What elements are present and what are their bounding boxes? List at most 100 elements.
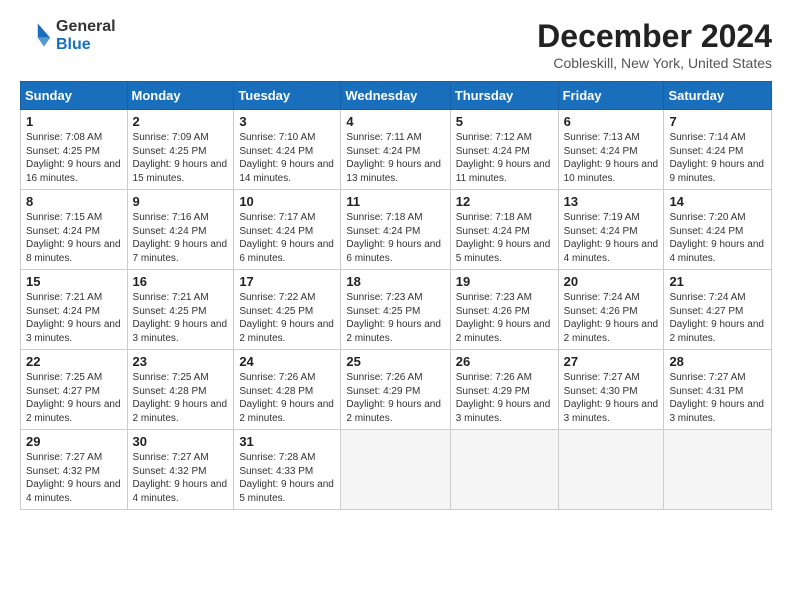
calendar-cell: 20 Sunrise: 7:24 AMSunset: 4:26 PMDayligh… <box>558 270 664 350</box>
day-info: Sunrise: 7:14 AMSunset: 4:24 PMDaylight:… <box>669 132 764 184</box>
logo-general: General <box>56 18 116 36</box>
day-number: 13 <box>564 194 659 209</box>
day-number: 26 <box>456 354 553 369</box>
calendar-cell: 4 Sunrise: 7:11 AMSunset: 4:24 PMDaylight… <box>341 110 450 190</box>
day-info: Sunrise: 7:28 AMSunset: 4:33 PMDaylight:… <box>239 452 334 504</box>
day-info: Sunrise: 7:18 AMSunset: 4:24 PMDaylight:… <box>346 212 441 264</box>
header: General Blue December 2024 Cobleskill, N… <box>20 18 772 71</box>
day-info: Sunrise: 7:17 AMSunset: 4:24 PMDaylight:… <box>239 212 334 264</box>
day-number: 5 <box>456 114 553 129</box>
calendar-week-3: 15Sunrise: 7:21 AMSunset: 4:24 PMDayligh… <box>21 270 772 350</box>
calendar-header-monday: Monday <box>127 82 234 110</box>
day-info: Sunrise: 7:27 AMSunset: 4:31 PMDaylight:… <box>669 372 764 424</box>
day-number: 31 <box>239 434 335 449</box>
logo-text: General Blue <box>56 18 116 53</box>
day-number: 6 <box>564 114 659 129</box>
day-info: Sunrise: 7:11 AMSunset: 4:24 PMDaylight:… <box>346 132 441 184</box>
day-info: Sunrise: 7:13 AMSunset: 4:24 PMDaylight:… <box>564 132 659 184</box>
main-title: December 2024 <box>537 18 772 55</box>
day-number: 2 <box>133 114 229 129</box>
calendar-header-friday: Friday <box>558 82 664 110</box>
calendar-cell: 21 Sunrise: 7:24 AMSunset: 4:27 PMDayligh… <box>664 270 772 350</box>
calendar-cell: 27 Sunrise: 7:27 AMSunset: 4:30 PMDayligh… <box>558 350 664 430</box>
calendar-week-2: 8 Sunrise: 7:15 AMSunset: 4:24 PMDaylight… <box>21 190 772 270</box>
calendar-week-5: 29 Sunrise: 7:27 AMSunset: 4:32 PMDayligh… <box>21 430 772 510</box>
day-number: 22 <box>26 354 122 369</box>
day-number: 20 <box>564 274 659 289</box>
day-info: Sunrise: 7:12 AMSunset: 4:24 PMDaylight:… <box>456 132 551 184</box>
calendar-cell: 10 Sunrise: 7:17 AMSunset: 4:24 PMDayligh… <box>234 190 341 270</box>
day-info: Sunrise: 7:27 AMSunset: 4:32 PMDaylight:… <box>133 452 228 504</box>
calendar-cell: 3 Sunrise: 7:10 AMSunset: 4:24 PMDaylight… <box>234 110 341 190</box>
calendar-cell: 18Sunrise: 7:23 AMSunset: 4:25 PMDayligh… <box>341 270 450 350</box>
day-info: Sunrise: 7:24 AMSunset: 4:27 PMDaylight:… <box>669 292 764 344</box>
calendar-week-4: 22 Sunrise: 7:25 AMSunset: 4:27 PMDayligh… <box>21 350 772 430</box>
day-info: Sunrise: 7:20 AMSunset: 4:24 PMDaylight:… <box>669 212 764 264</box>
calendar-cell: 2 Sunrise: 7:09 AMSunset: 4:25 PMDaylight… <box>127 110 234 190</box>
calendar-cell: 28 Sunrise: 7:27 AMSunset: 4:31 PMDayligh… <box>664 350 772 430</box>
calendar-cell: 12Sunrise: 7:18 AMSunset: 4:24 PMDayligh… <box>450 190 558 270</box>
calendar-header-thursday: Thursday <box>450 82 558 110</box>
calendar-cell: 7 Sunrise: 7:14 AMSunset: 4:24 PMDaylight… <box>664 110 772 190</box>
day-number: 3 <box>239 114 335 129</box>
day-info: Sunrise: 7:27 AMSunset: 4:30 PMDaylight:… <box>564 372 659 424</box>
day-info: Sunrise: 7:24 AMSunset: 4:26 PMDaylight:… <box>564 292 659 344</box>
day-number: 12 <box>456 194 553 209</box>
day-info: Sunrise: 7:25 AMSunset: 4:27 PMDaylight:… <box>26 372 121 424</box>
title-area: December 2024 Cobleskill, New York, Unit… <box>537 18 772 71</box>
day-info: Sunrise: 7:09 AMSunset: 4:25 PMDaylight:… <box>133 132 228 184</box>
calendar-cell: 22 Sunrise: 7:25 AMSunset: 4:27 PMDayligh… <box>21 350 128 430</box>
calendar-cell: 19Sunrise: 7:23 AMSunset: 4:26 PMDayligh… <box>450 270 558 350</box>
day-number: 7 <box>669 114 766 129</box>
day-number: 19 <box>456 274 553 289</box>
calendar-cell: 23 Sunrise: 7:25 AMSunset: 4:28 PMDayligh… <box>127 350 234 430</box>
calendar-cell: 15Sunrise: 7:21 AMSunset: 4:24 PMDayligh… <box>21 270 128 350</box>
day-number: 4 <box>346 114 444 129</box>
day-info: Sunrise: 7:22 AMSunset: 4:25 PMDaylight:… <box>239 292 334 344</box>
calendar-header-wednesday: Wednesday <box>341 82 450 110</box>
day-number: 24 <box>239 354 335 369</box>
calendar-cell <box>558 430 664 510</box>
calendar-cell: 5 Sunrise: 7:12 AMSunset: 4:24 PMDaylight… <box>450 110 558 190</box>
day-number: 27 <box>564 354 659 369</box>
calendar-cell: 6 Sunrise: 7:13 AMSunset: 4:24 PMDaylight… <box>558 110 664 190</box>
subtitle: Cobleskill, New York, United States <box>537 55 772 71</box>
day-info: Sunrise: 7:15 AMSunset: 4:24 PMDaylight:… <box>26 212 121 264</box>
day-info: Sunrise: 7:10 AMSunset: 4:24 PMDaylight:… <box>239 132 334 184</box>
day-number: 16 <box>133 274 229 289</box>
calendar-cell: 11 Sunrise: 7:18 AMSunset: 4:24 PMDayligh… <box>341 190 450 270</box>
day-info: Sunrise: 7:26 AMSunset: 4:28 PMDaylight:… <box>239 372 334 424</box>
calendar-cell: 9 Sunrise: 7:16 AMSunset: 4:24 PMDaylight… <box>127 190 234 270</box>
day-number: 21 <box>669 274 766 289</box>
day-number: 1 <box>26 114 122 129</box>
calendar-cell <box>664 430 772 510</box>
calendar-header-saturday: Saturday <box>664 82 772 110</box>
day-info: Sunrise: 7:16 AMSunset: 4:24 PMDaylight:… <box>133 212 228 264</box>
day-info: Sunrise: 7:21 AMSunset: 4:25 PMDaylight:… <box>133 292 228 344</box>
calendar-cell: 17Sunrise: 7:22 AMSunset: 4:25 PMDayligh… <box>234 270 341 350</box>
day-number: 30 <box>133 434 229 449</box>
day-number: 10 <box>239 194 335 209</box>
day-number: 11 <box>346 194 444 209</box>
day-number: 8 <box>26 194 122 209</box>
day-number: 29 <box>26 434 122 449</box>
calendar-cell: 26 Sunrise: 7:26 AMSunset: 4:29 PMDayligh… <box>450 350 558 430</box>
day-number: 25 <box>346 354 444 369</box>
calendar-cell: 8 Sunrise: 7:15 AMSunset: 4:24 PMDaylight… <box>21 190 128 270</box>
logo-icon <box>20 20 52 52</box>
day-number: 28 <box>669 354 766 369</box>
day-info: Sunrise: 7:25 AMSunset: 4:28 PMDaylight:… <box>133 372 228 424</box>
calendar-header-tuesday: Tuesday <box>234 82 341 110</box>
day-number: 9 <box>133 194 229 209</box>
calendar-cell: 14Sunrise: 7:20 AMSunset: 4:24 PMDayligh… <box>664 190 772 270</box>
day-number: 15 <box>26 274 122 289</box>
day-number: 18 <box>346 274 444 289</box>
calendar-cell: 25Sunrise: 7:26 AMSunset: 4:29 PMDayligh… <box>341 350 450 430</box>
day-info: Sunrise: 7:26 AMSunset: 4:29 PMDaylight:… <box>456 372 551 424</box>
day-number: 23 <box>133 354 229 369</box>
calendar-week-1: 1Sunrise: 7:08 AMSunset: 4:25 PMDaylight… <box>21 110 772 190</box>
calendar-cell: 1Sunrise: 7:08 AMSunset: 4:25 PMDaylight… <box>21 110 128 190</box>
logo-blue: Blue <box>56 36 116 54</box>
logo: General Blue <box>20 18 116 53</box>
calendar-header-row: SundayMondayTuesdayWednesdayThursdayFrid… <box>21 82 772 110</box>
